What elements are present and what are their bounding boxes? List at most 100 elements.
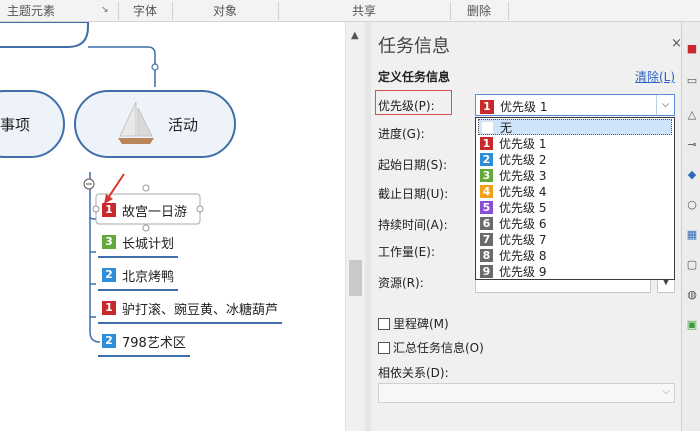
subtopic-label: 北京烤鸭 [122, 269, 175, 285]
priority-9-icon: 9 [480, 264, 493, 278]
subtopic-3[interactable]: 1 驴打滚、豌豆黄、冰糖葫芦 [98, 296, 283, 324]
milestone-label: 里程碑(M) [393, 317, 449, 331]
priority-2-icon: 2 [102, 334, 116, 348]
option-label: 优先级 2 [499, 152, 547, 167]
chevron-down-icon[interactable]: ⌵ [662, 386, 670, 397]
priority-option-2[interactable]: 2 优先级 2 [478, 151, 672, 167]
branch-underline [98, 322, 283, 324]
ribbon-group-share: 共享 [351, 4, 376, 18]
mindmap-canvas[interactable]: 事项 活动 1 故宫一日游 3 长城计划 2 北京烤鸭 1 驴打滚、豌豆黄、冰糖… [0, 22, 345, 431]
option-label: 优先级 7 [499, 232, 547, 247]
priority-2-icon: 2 [480, 152, 493, 166]
priority-1-icon: 1 [480, 99, 494, 114]
sailboat-icon [118, 101, 154, 144]
subtopic-label: 驴打滚、豌豆黄、冰糖葫芦 [122, 302, 279, 318]
subtopic-1[interactable]: 3 长城计划 [98, 230, 179, 258]
no-priority-icon [481, 120, 494, 134]
subtopic-label: 故宫一日游 [122, 204, 188, 220]
chevron-down-icon[interactable]: ⌵ [656, 95, 674, 115]
work-label: 工作量(E): [378, 245, 435, 259]
ribbon-group-bar: 主题元素 ↘ 字体 对象 共享 删除 [0, 0, 700, 22]
outline-tab-icon[interactable]: ▦ [686, 228, 698, 242]
duration-label: 持续时间(A): [378, 218, 448, 232]
calendar-tab-icon[interactable]: ▢ [686, 258, 698, 272]
connector-lines [0, 22, 204, 343]
checkbox-box[interactable] [378, 317, 390, 330]
priority-selected-label: 优先级 1 [500, 100, 548, 114]
priority-6-icon: 6 [480, 216, 493, 230]
priority-option-none[interactable]: 无 [478, 119, 672, 135]
priority-option-4[interactable]: 4 优先级 4 [478, 183, 672, 199]
subtopic-label: 798艺术区 [122, 335, 186, 351]
priority-5-icon: 5 [480, 200, 493, 214]
summary-label: 汇总任务信息(O) [393, 341, 484, 355]
clear-link[interactable]: 清除(L) [635, 68, 675, 85]
subtopic-label: 长城计划 [122, 236, 175, 252]
option-label: 优先级 4 [499, 184, 547, 199]
priority-option-6[interactable]: 6 优先级 6 [478, 215, 672, 231]
ribbon-group-object: 对象 [212, 4, 237, 18]
option-label: 优先级 5 [499, 200, 547, 215]
option-label: 优先级 9 [499, 264, 547, 279]
branch-underline [98, 289, 179, 291]
dependency-select[interactable]: ⌵ [378, 383, 675, 403]
progress-label: 进度(G): [378, 127, 425, 141]
priority-1-icon: 1 [480, 136, 493, 150]
task-info-tab-icon[interactable]: ■ [686, 42, 698, 56]
search-tab-icon[interactable]: ○ [686, 198, 698, 212]
ribbon-group-delete: 删除 [466, 4, 491, 18]
subtopic-2[interactable]: 2 北京烤鸭 [98, 263, 179, 291]
dependency-label: 相依关系(D): [378, 366, 449, 380]
link-tab-icon[interactable]: ⊸ [686, 138, 698, 152]
format-tab-icon[interactable]: △ [686, 108, 698, 122]
milestone-checkbox[interactable]: 里程碑(M) [378, 315, 449, 332]
priority-option-8[interactable]: 8 优先级 8 [478, 247, 672, 263]
priority-2-icon: 2 [102, 268, 116, 282]
priority-option-5[interactable]: 5 优先级 5 [478, 199, 672, 215]
main-topic-partial[interactable]: 事项 [0, 90, 65, 158]
priority-8-icon: 8 [480, 248, 493, 262]
priority-option-9[interactable]: 9 优先级 9 [478, 263, 672, 279]
panel-title: 任务信息 [378, 36, 450, 57]
option-label: 优先级 8 [499, 248, 547, 263]
scrollbar-thumb[interactable] [349, 260, 362, 296]
branch-underline [98, 256, 179, 258]
checkbox-box[interactable] [378, 341, 390, 354]
branch-underline [98, 355, 190, 357]
priority-1-icon: 1 [102, 301, 116, 315]
priority-4-icon: 4 [480, 184, 493, 198]
priority-select[interactable]: 1 优先级 1 ⌵ [475, 94, 675, 116]
main-topic-activity[interactable]: 活动 [74, 90, 236, 158]
priority-option-1[interactable]: 1 优先级 1 [478, 135, 672, 151]
start-date-label: 起始日期(S): [378, 158, 448, 172]
scroll-up-icon[interactable]: ▲ [351, 30, 359, 41]
resource-label: 资源(R): [378, 276, 424, 290]
priority-1-icon: 1 [102, 203, 116, 217]
topic-label: 活动 [168, 116, 199, 134]
dialog-launcher-icon[interactable]: ↘ [101, 5, 111, 15]
excel-tab-icon[interactable]: ▣ [686, 318, 698, 332]
due-date-label: 截止日期(U): [378, 187, 449, 201]
priority-selected-value: 1 优先级 1 [480, 98, 547, 115]
option-label: 优先级 6 [499, 216, 547, 231]
globe-tab-icon[interactable]: ◍ [686, 288, 698, 302]
priority-dropdown-list[interactable]: 无 1 优先级 1 2 优先级 2 3 优先级 3 4 优先级 4 5 优先级 … [475, 117, 675, 280]
shield-tab-icon[interactable]: ◆ [686, 168, 698, 182]
side-toolbar: ■ ▭ △ ⊸ ◆ ○ ▦ ▢ ◍ ▣ [681, 22, 700, 431]
priority-option-3[interactable]: 3 优先级 3 [478, 167, 672, 183]
task-info-panel: 任务信息 × 定义任务信息 清除(L) 优先级(P): 1 优先级 1 ⌵ 进度… [371, 22, 682, 431]
priority-option-7[interactable]: 7 优先级 7 [478, 231, 672, 247]
notes-tab-icon[interactable]: ▭ [686, 74, 698, 88]
subtopic-4[interactable]: 2 798艺术区 [98, 329, 190, 357]
subtopic-0[interactable]: 1 故宫一日游 [102, 198, 187, 222]
priority-7-icon: 7 [480, 232, 493, 246]
summary-checkbox[interactable]: 汇总任务信息(O) [378, 339, 484, 356]
ribbon-separator [508, 2, 509, 20]
priority-3-icon: 3 [480, 168, 493, 182]
option-label: 优先级 1 [499, 136, 547, 151]
priority-label: 优先级(P): [378, 99, 435, 113]
topic-label: 事项 [0, 116, 31, 134]
canvas-scrollbar[interactable]: ▲ [345, 22, 365, 431]
priority-3-icon: 3 [102, 235, 116, 249]
ribbon-group-font: 字体 [132, 4, 157, 18]
